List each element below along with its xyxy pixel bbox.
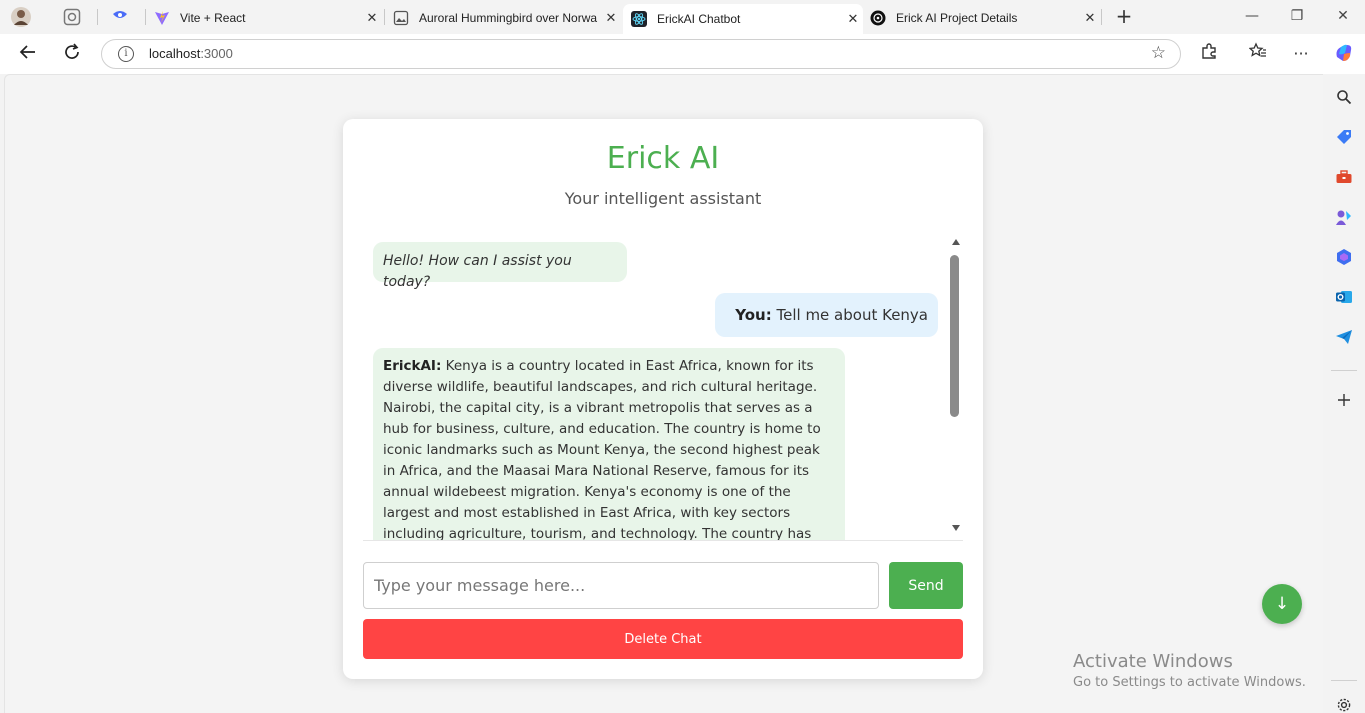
app-title: Erick AI bbox=[606, 141, 720, 176]
workspaces-icon[interactable] bbox=[61, 6, 83, 28]
back-arrow-icon bbox=[19, 45, 35, 59]
reload-icon bbox=[65, 43, 79, 59]
tab-close-icon[interactable]: ✕ bbox=[601, 11, 621, 26]
send-button[interactable]: Send bbox=[889, 562, 963, 609]
favorite-star-icon[interactable]: ☆ bbox=[1151, 43, 1166, 63]
scroll-down-arrow-icon[interactable] bbox=[952, 525, 960, 531]
search-icon[interactable] bbox=[1335, 88, 1353, 106]
close-window-button[interactable]: ✕ bbox=[1333, 8, 1353, 24]
delete-chat-button[interactable]: Delete Chat bbox=[363, 619, 963, 659]
more-menu-icon[interactable]: ··· bbox=[1289, 42, 1313, 66]
message-text: Tell me about Kenya bbox=[776, 306, 929, 324]
message-input[interactable] bbox=[363, 562, 879, 609]
back-button[interactable] bbox=[16, 42, 40, 66]
add-sidebar-app-icon[interactable] bbox=[1335, 391, 1353, 409]
send-telegram-icon[interactable] bbox=[1335, 328, 1353, 346]
messages-scrollbar[interactable] bbox=[950, 239, 962, 539]
tab-actions-icon[interactable] bbox=[109, 6, 131, 28]
restore-button[interactable]: ❐ bbox=[1287, 8, 1307, 24]
message-sender: ErickAI: bbox=[383, 358, 442, 374]
tab-title: Auroral Hummingbird over Norwa bbox=[419, 11, 598, 25]
tools-toolbox-icon[interactable] bbox=[1335, 168, 1353, 186]
message-text: Hello! How can I assist you today? bbox=[383, 253, 572, 290]
message-sender: You: bbox=[735, 306, 772, 324]
tab-title: Vite + React bbox=[180, 11, 246, 25]
games-icon[interactable] bbox=[1335, 208, 1353, 226]
shopping-tag-icon[interactable] bbox=[1335, 128, 1353, 146]
scroll-up-arrow-icon[interactable] bbox=[952, 239, 960, 245]
copilot-icon[interactable] bbox=[1332, 42, 1356, 66]
bot-message: ErickAI: Kenya is a country located in E… bbox=[373, 348, 845, 541]
watermark-title: Activate Windows bbox=[1073, 651, 1233, 672]
tab-close-icon[interactable]: ✕ bbox=[362, 11, 382, 26]
chat-container: Erick AI Your intelligent assistant Hell… bbox=[343, 119, 983, 679]
user-message: You: Tell me about Kenya bbox=[715, 293, 938, 337]
tab-close-icon[interactable]: ✕ bbox=[843, 12, 863, 27]
tab-title: Erick AI Project Details bbox=[896, 11, 1018, 25]
browser-sidebar bbox=[1323, 74, 1365, 713]
watermark-subtitle: Go to Settings to activate Windows. bbox=[1073, 675, 1306, 690]
vite-icon bbox=[154, 10, 170, 26]
profile-avatar-icon[interactable] bbox=[10, 6, 32, 28]
react-icon bbox=[631, 11, 647, 27]
minimize-button[interactable]: — bbox=[1242, 8, 1262, 24]
openai-icon bbox=[870, 10, 886, 26]
microsoft-365-icon[interactable] bbox=[1335, 248, 1353, 266]
scroll-to-bottom-button[interactable]: ↓ bbox=[1262, 584, 1302, 624]
url-text: localhost:3000 bbox=[149, 46, 233, 61]
tab-auroral-hummingbird[interactable]: Auroral Hummingbird over Norwa ✕ bbox=[385, 4, 621, 32]
tab-erick-ai-project-details[interactable]: Erick AI Project Details ✕ bbox=[862, 4, 1100, 32]
extensions-icon[interactable] bbox=[1197, 42, 1221, 66]
reload-button[interactable] bbox=[60, 42, 84, 66]
tab-strip: Vite + React ✕ Auroral Hummingbird over … bbox=[0, 0, 1365, 34]
bot-message: Hello! How can I assist you today? bbox=[373, 242, 627, 290]
page-icon bbox=[393, 10, 409, 26]
app-subtitle: Your intelligent assistant bbox=[564, 189, 762, 208]
sidebar-settings-gear-icon[interactable] bbox=[1335, 696, 1353, 713]
windows-activation-watermark: Activate Windows Go to Settings to activ… bbox=[1073, 651, 1306, 690]
favorites-icon[interactable] bbox=[1246, 42, 1270, 66]
site-info-icon[interactable]: i bbox=[118, 46, 134, 62]
chat-messages[interactable]: Hello! How can I assist you today? You: … bbox=[363, 231, 963, 541]
tab-erickai-chatbot[interactable]: ErickAI Chatbot ✕ bbox=[623, 4, 863, 34]
tab-title: ErickAI Chatbot bbox=[657, 12, 741, 26]
browser-toolbar: i localhost:3000 ☆ ··· bbox=[0, 34, 1365, 74]
tab-close-icon[interactable]: ✕ bbox=[1080, 11, 1100, 26]
message-text: Kenya is a country located in East Afric… bbox=[383, 358, 821, 541]
scrollbar-thumb[interactable] bbox=[950, 255, 959, 417]
outlook-icon[interactable] bbox=[1335, 288, 1353, 306]
new-tab-button[interactable]: + bbox=[1112, 5, 1136, 29]
address-bar[interactable]: i localhost:3000 ☆ bbox=[101, 39, 1181, 69]
tab-vite-react[interactable]: Vite + React ✕ bbox=[146, 4, 382, 32]
